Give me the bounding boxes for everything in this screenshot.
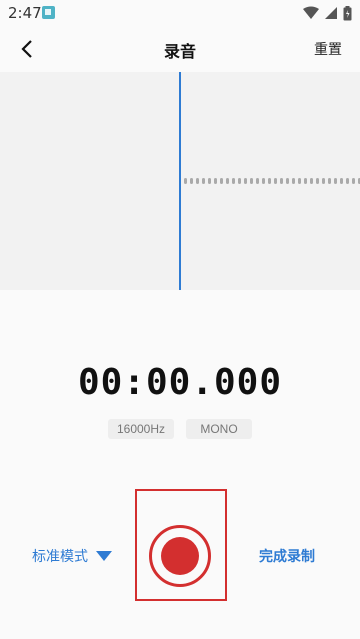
battery-icon	[343, 5, 352, 20]
app-notification-icon	[42, 6, 55, 19]
status-bar: 2:47	[0, 0, 360, 26]
reset-button[interactable]: 重置	[314, 39, 342, 59]
status-icons	[303, 5, 352, 21]
mode-selector[interactable]: 标准模式	[32, 546, 112, 566]
channel-badge: MONO	[186, 419, 252, 439]
status-time: 2:47	[8, 4, 42, 22]
waveform-baseline	[184, 178, 360, 184]
dropdown-triangle-icon	[96, 551, 112, 561]
cell-signal-icon	[325, 7, 337, 19]
record-button[interactable]	[149, 525, 211, 587]
record-icon	[161, 537, 199, 575]
finish-recording-button[interactable]: 完成录制	[259, 546, 315, 566]
wifi-icon	[303, 6, 319, 19]
playhead	[179, 72, 181, 290]
sample-rate-badge: 16000Hz	[108, 419, 174, 439]
waveform-area	[0, 72, 360, 290]
mode-label: 标准模式	[32, 549, 88, 565]
app-header: 录音 重置	[0, 26, 360, 72]
elapsed-timer: 00:00.000	[77, 362, 283, 403]
page-title: 录音	[163, 42, 196, 61]
